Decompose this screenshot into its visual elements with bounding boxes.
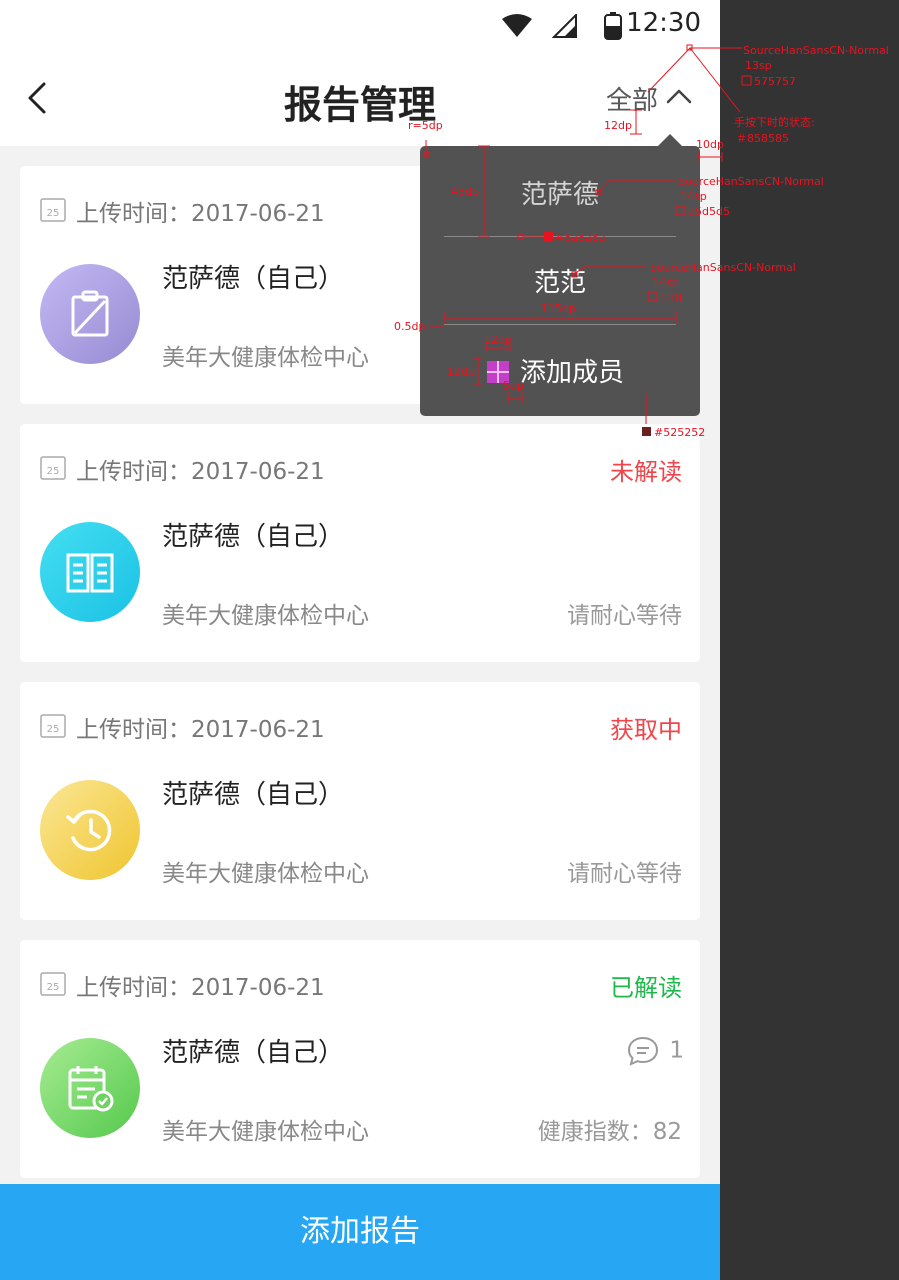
book-icon xyxy=(66,553,114,593)
wait-hint: 请耐心等待 xyxy=(567,861,682,887)
status-badge: 获取中 xyxy=(610,716,682,744)
dropdown-item-member[interactable]: 范萨德 xyxy=(420,174,700,211)
upload-time: 上传时间：2017-06-21 xyxy=(76,459,325,485)
dropdown-divider xyxy=(444,324,676,325)
report-avatar xyxy=(40,264,140,364)
calendar-check-icon xyxy=(68,1066,114,1112)
health-index: 健康指数：82 xyxy=(537,1119,682,1145)
organization: 美年大健康体检中心 xyxy=(162,603,369,629)
signal-icon xyxy=(552,14,577,38)
svg-text:25: 25 xyxy=(47,466,60,477)
upload-time: 上传时间：2017-06-21 xyxy=(76,717,325,743)
status-bar: 12:30 xyxy=(0,0,720,50)
report-avatar xyxy=(40,1038,140,1138)
calendar-icon: 25 xyxy=(40,714,66,738)
annotation-color: 575757 xyxy=(754,75,796,88)
annotation-size: 13sp xyxy=(745,59,772,72)
add-member-button[interactable]: 添加成员 xyxy=(520,352,624,389)
comment-icon xyxy=(628,1036,659,1066)
battery-icon xyxy=(604,12,622,40)
phone-screen: 12:30 报告管理 全部 25 上传时间：2017-06-21 范萨德（自己）… xyxy=(0,0,720,1280)
clipboard-slash-icon xyxy=(71,290,109,337)
status-time: 12:30 xyxy=(626,8,701,38)
report-card[interactable]: 25 上传时间：2017-06-21 未解读 范萨德（自己） 美年大健康体检中心… xyxy=(20,424,700,662)
calendar-icon: 25 xyxy=(40,198,66,222)
annotation-font: SourceHanSansCN-Normal xyxy=(743,44,889,57)
upload-time: 上传时间：2017-06-21 xyxy=(76,975,325,1001)
member-name: 范萨德（自己） xyxy=(162,1038,345,1068)
status-badge: 已解读 xyxy=(610,974,682,1002)
upload-time: 上传时间：2017-06-21 xyxy=(76,201,325,227)
report-card[interactable]: 25 上传时间：2017-06-21 已解读 范萨德（自己） 1 美年大健康体检… xyxy=(20,940,700,1178)
organization: 美年大健康体检中心 xyxy=(162,1119,369,1145)
svg-text:25: 25 xyxy=(47,208,60,219)
clock-icon xyxy=(66,809,112,852)
dropdown-arrow xyxy=(658,134,682,146)
svg-text:25: 25 xyxy=(47,982,60,993)
member-name: 范萨德（自己） xyxy=(162,780,345,810)
organization: 美年大健康体检中心 xyxy=(162,345,369,371)
plus-icon xyxy=(487,361,509,383)
report-avatar xyxy=(40,522,140,622)
app-header: 报告管理 全部 xyxy=(0,50,720,146)
wifi-icon xyxy=(502,14,532,37)
calendar-icon: 25 xyxy=(40,972,66,996)
svg-text:25: 25 xyxy=(47,724,60,735)
report-card[interactable]: 25 上传时间：2017-06-21 获取中 范萨德（自己） 美年大健康体检中心… xyxy=(20,682,700,920)
status-badge: 未解读 xyxy=(610,458,682,486)
organization: 美年大健康体检中心 xyxy=(162,861,369,887)
chevron-up-icon[interactable] xyxy=(664,84,694,110)
calendar-icon: 25 xyxy=(40,456,66,480)
dropdown-item-member[interactable]: 范范 xyxy=(420,262,700,299)
annotation-pressed: 手按下时的状态: xyxy=(734,115,815,129)
member-dropdown: 范萨德 范范 添加成员 xyxy=(420,146,700,416)
filter-dropdown[interactable]: 全部 xyxy=(606,80,658,117)
dropdown-divider xyxy=(444,236,676,237)
report-avatar xyxy=(40,780,140,880)
wait-hint: 请耐心等待 xyxy=(567,603,682,629)
comment-number: 1 xyxy=(669,1037,684,1064)
member-name: 范萨德（自己） xyxy=(162,522,345,552)
member-name: 范萨德（自己） xyxy=(162,264,345,294)
add-report-button[interactable]: 添加报告 xyxy=(0,1184,720,1280)
comment-count[interactable]: 1 xyxy=(627,1036,684,1066)
annotation-pressed-color: ＃858585 xyxy=(736,132,789,145)
